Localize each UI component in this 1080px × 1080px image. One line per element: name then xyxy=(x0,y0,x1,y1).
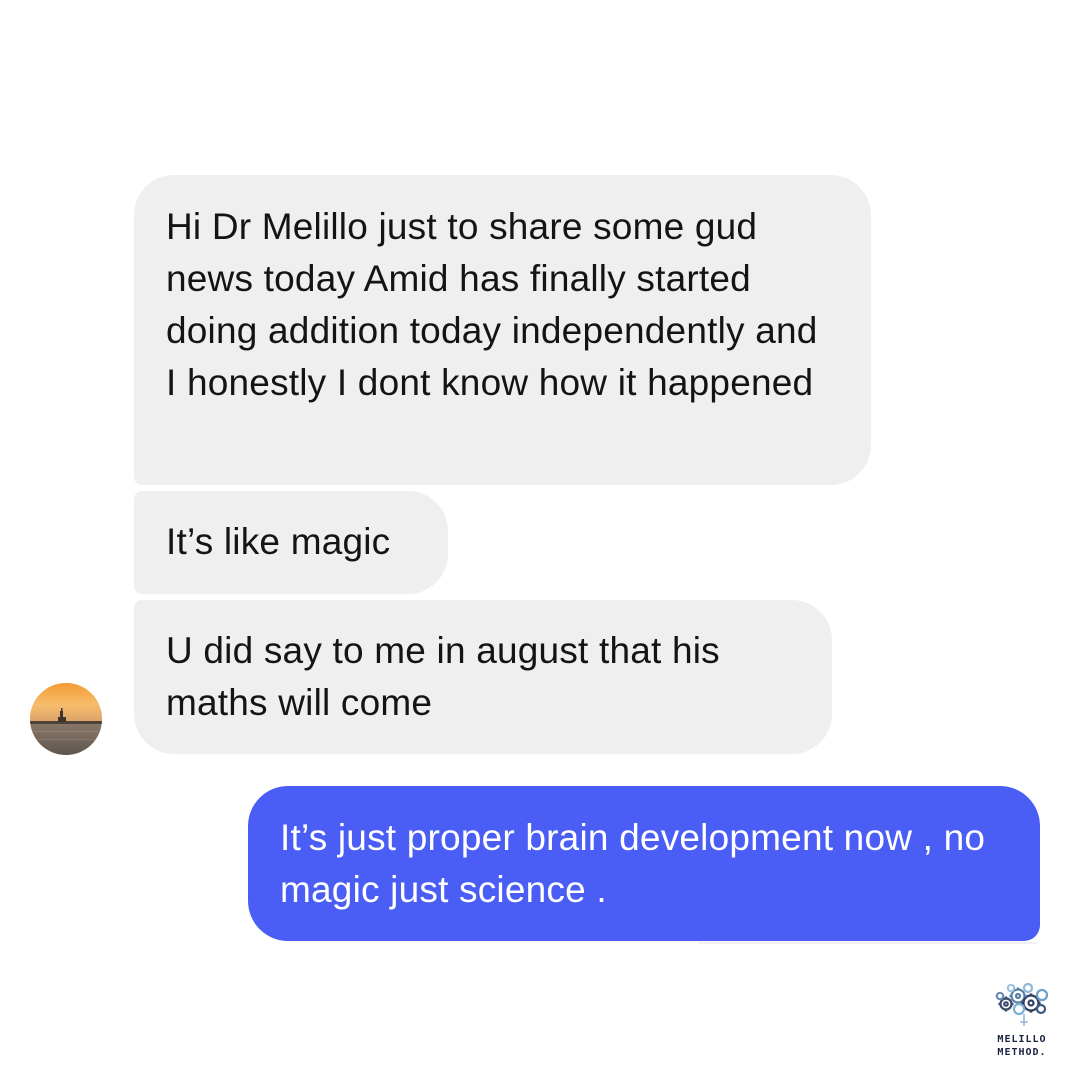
incoming-message-bubble[interactable]: It’s like magic xyxy=(134,491,448,594)
outgoing-message-bubble[interactable]: It’s just proper brain development now ,… xyxy=(248,786,1040,941)
logo-wordmark-line2: METHOD. xyxy=(997,1047,1047,1058)
incoming-message-bubble[interactable]: U did say to me in august that his maths… xyxy=(134,600,832,754)
sender-avatar[interactable] xyxy=(30,683,102,755)
logo-wordmark-line1: MELILLO xyxy=(997,1034,1047,1045)
melillo-method-logo: MELILLO METHOD. xyxy=(984,976,1060,1066)
gear-brain-icon xyxy=(995,982,1049,1026)
message-text: It’s just proper brain development now ,… xyxy=(280,817,986,910)
chat-screen: Hi Dr Melillo just to share some gud new… xyxy=(0,0,1080,1080)
divider xyxy=(698,942,1038,944)
message-text: U did say to me in august that his maths… xyxy=(166,630,720,723)
message-text: It’s like magic xyxy=(166,521,391,562)
sunset-photo-avatar-icon xyxy=(30,683,102,755)
message-text: Hi Dr Melillo just to share some gud new… xyxy=(166,206,818,403)
incoming-message-bubble[interactable]: Hi Dr Melillo just to share some gud new… xyxy=(134,175,871,485)
